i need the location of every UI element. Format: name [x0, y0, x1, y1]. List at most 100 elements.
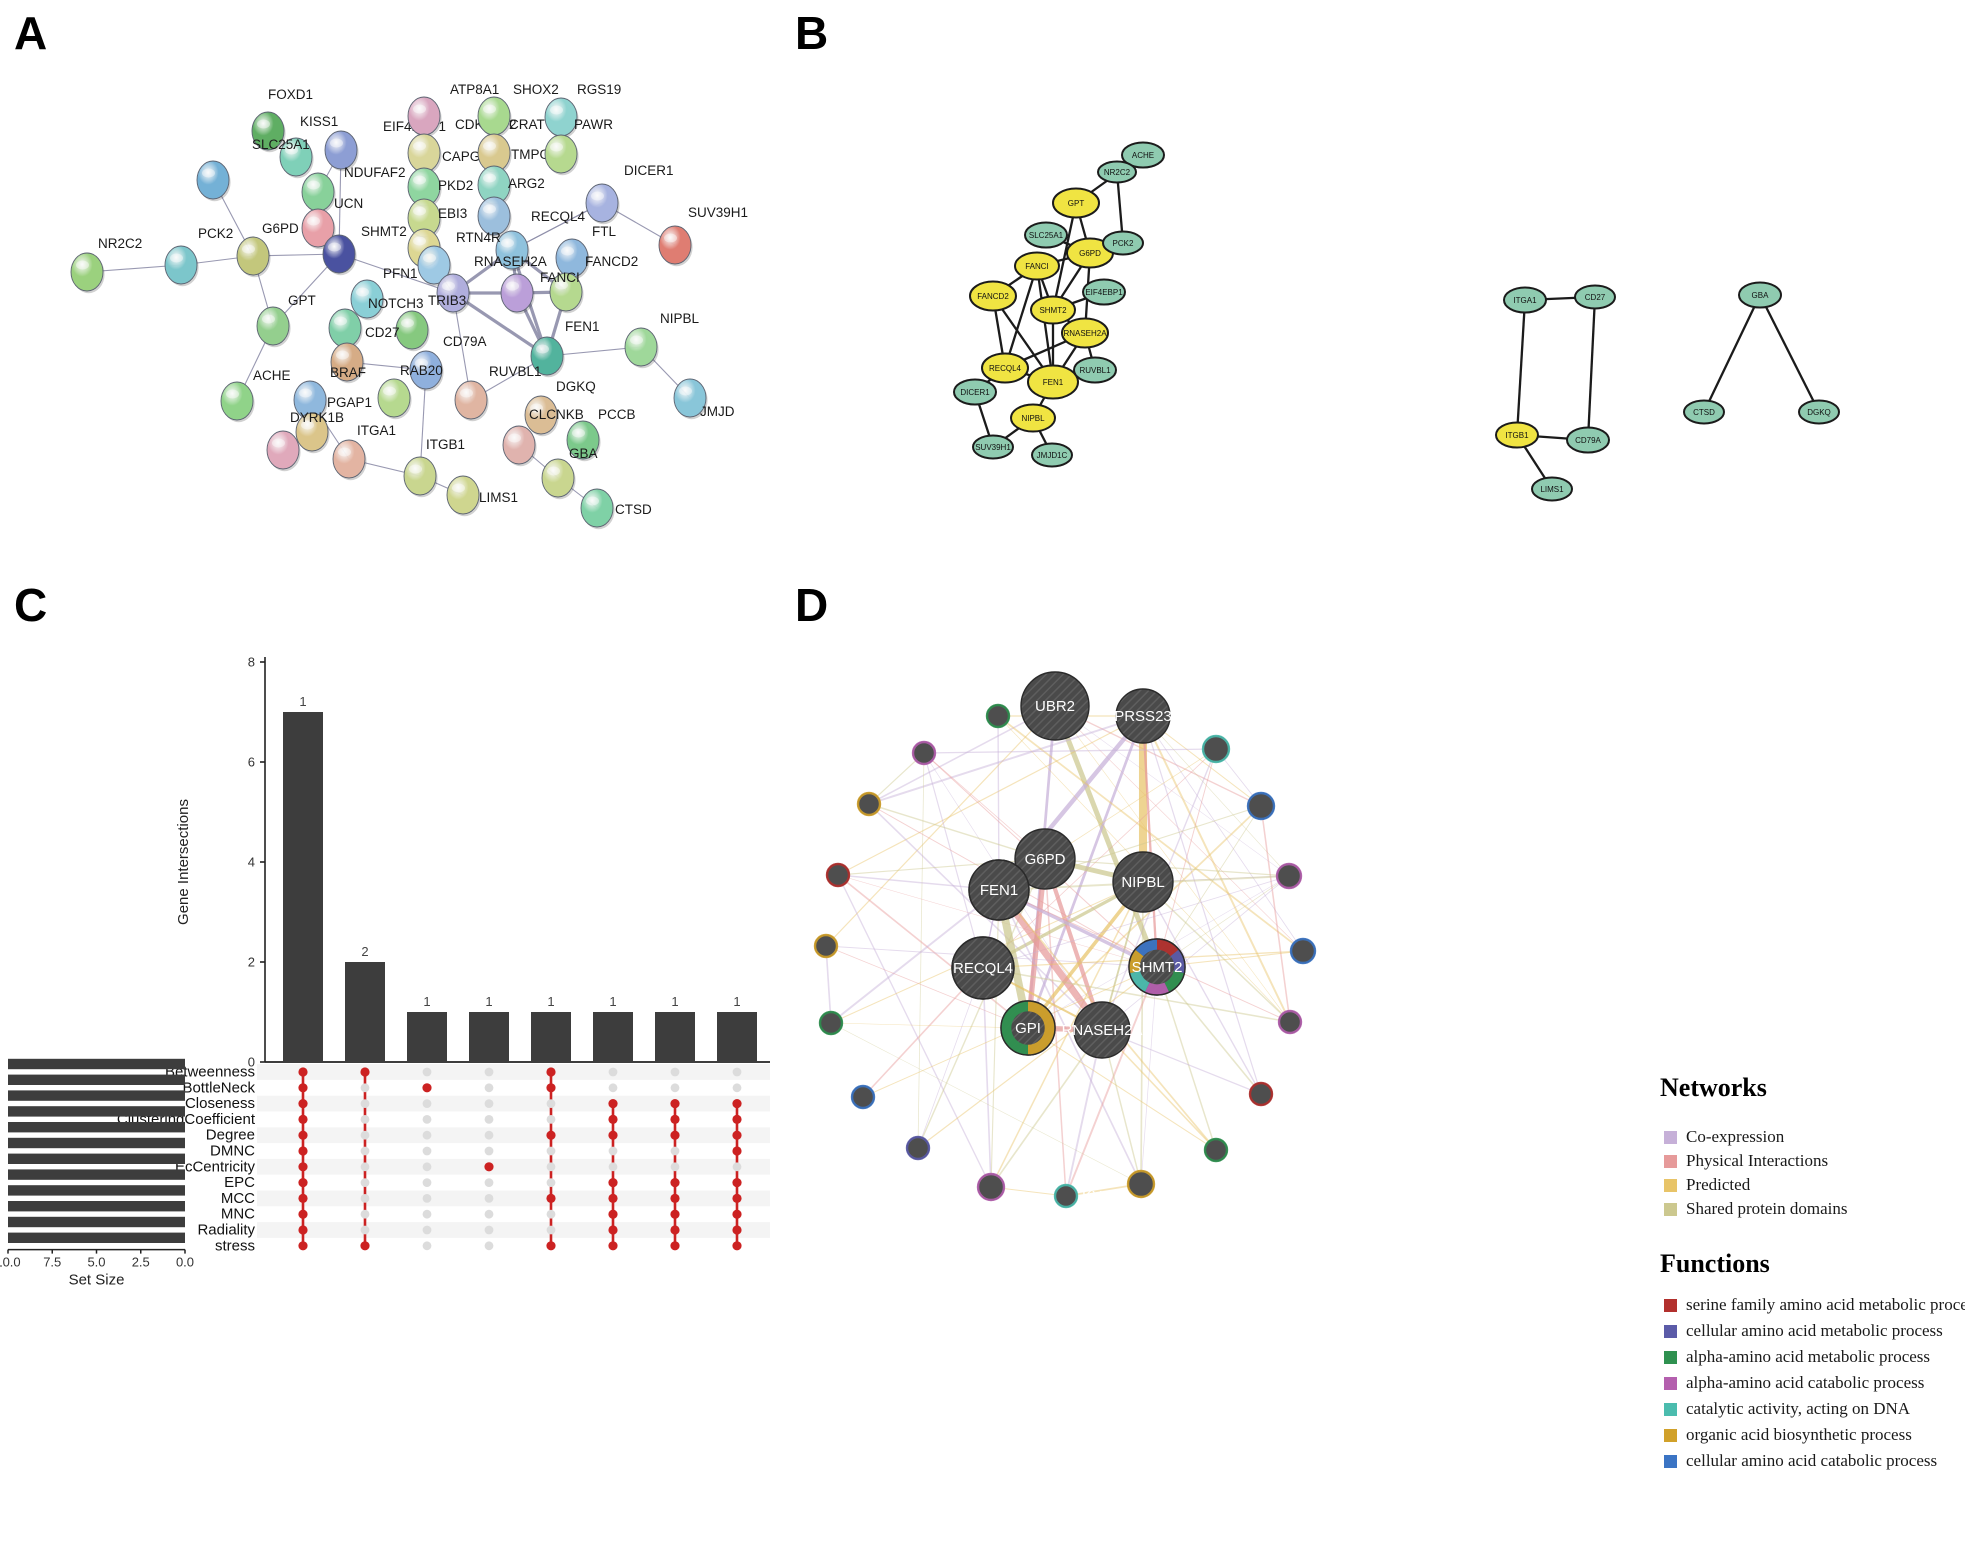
genemania-node[interactable]: INTS4	[767, 933, 839, 959]
matrix-dot-inactive[interactable]	[360, 1225, 370, 1235]
set-size-bar[interactable]	[8, 1201, 185, 1212]
genemania-node[interactable]: MTHFD1	[921, 703, 1011, 729]
genemania-node[interactable]: RNF20	[805, 791, 882, 817]
matrix-dot-active[interactable]	[732, 1114, 742, 1124]
matrix-dot-inactive[interactable]	[670, 1067, 680, 1077]
matrix-dot-inactive[interactable]	[360, 1178, 370, 1187]
set-size-bar[interactable]	[8, 1122, 185, 1133]
mcode-node[interactable]: CD27	[1574, 284, 1616, 310]
matrix-dot-inactive[interactable]	[422, 1099, 432, 1108]
matrix-dot-inactive[interactable]	[422, 1241, 432, 1251]
matrix-dot-active[interactable]	[732, 1178, 742, 1188]
genemania-node[interactable]: BLM	[1246, 791, 1310, 821]
matrix-dot-inactive[interactable]	[670, 1162, 680, 1172]
intersection-bar[interactable]	[531, 1012, 571, 1062]
genemania-node[interactable]: MAU2	[1203, 1137, 1274, 1163]
matrix-dot-inactive[interactable]	[422, 1209, 432, 1219]
matrix-dot-active[interactable]	[298, 1209, 308, 1219]
genemania-node[interactable]: UBR2	[1020, 671, 1090, 741]
matrix-dot-inactive[interactable]	[608, 1146, 618, 1156]
matrix-dot-active[interactable]	[298, 1146, 308, 1156]
matrix-dot-active[interactable]	[546, 1241, 556, 1251]
matrix-dot-active[interactable]	[670, 1099, 680, 1109]
intersection-bar[interactable]	[469, 1012, 509, 1062]
genemania-node[interactable]: POLB	[1275, 862, 1346, 890]
matrix-dot-inactive[interactable]	[546, 1162, 556, 1172]
mcode-node[interactable]: SLC25A1	[1024, 221, 1068, 249]
intersection-bar[interactable]	[655, 1012, 695, 1062]
matrix-dot-active[interactable]	[546, 1130, 556, 1140]
mcode-node[interactable]: NIPBL	[1010, 403, 1056, 433]
genemania-node[interactable]: UBR1	[1248, 1081, 1317, 1107]
set-size-bar[interactable]	[8, 1216, 185, 1228]
matrix-dot-active[interactable]	[608, 1225, 618, 1235]
genemania-node[interactable]: NIPBL	[1112, 851, 1174, 913]
set-size-bar[interactable]	[8, 1232, 185, 1243]
matrix-dot-inactive[interactable]	[608, 1083, 618, 1093]
matrix-dot-active[interactable]	[360, 1241, 370, 1251]
matrix-dot-active[interactable]	[732, 1146, 742, 1156]
matrix-dot-inactive[interactable]	[608, 1162, 618, 1172]
matrix-dot-active[interactable]	[298, 1162, 308, 1172]
matrix-dot-active[interactable]	[298, 1193, 308, 1203]
matrix-dot-inactive[interactable]	[422, 1130, 432, 1140]
genemania-node[interactable]: SHMT2	[1128, 938, 1186, 996]
matrix-dot-active[interactable]	[670, 1209, 680, 1219]
matrix-dot-inactive[interactable]	[484, 1241, 494, 1251]
matrix-dot-inactive[interactable]	[670, 1083, 680, 1093]
set-size-bar[interactable]	[8, 1137, 185, 1149]
matrix-dot-inactive[interactable]	[546, 1146, 556, 1156]
intersection-bar[interactable]	[283, 712, 323, 1062]
matrix-dot-inactive[interactable]	[484, 1194, 494, 1203]
matrix-dot-inactive[interactable]	[422, 1194, 432, 1203]
mcode-node[interactable]: FANCI	[1014, 251, 1060, 281]
matrix-dot-inactive[interactable]	[360, 1146, 370, 1156]
genemania-node[interactable]: GPI	[1000, 1000, 1056, 1056]
matrix-dot-active[interactable]	[732, 1099, 742, 1109]
mcode-node[interactable]: CTSD	[1683, 399, 1725, 425]
matrix-dot-active[interactable]	[732, 1241, 742, 1251]
matrix-dot-inactive[interactable]	[732, 1067, 742, 1077]
matrix-dot-inactive[interactable]	[484, 1099, 494, 1108]
set-size-bar[interactable]	[8, 1090, 185, 1101]
matrix-dot-inactive[interactable]	[484, 1130, 494, 1140]
matrix-dot-inactive[interactable]	[670, 1146, 680, 1156]
matrix-dot-inactive[interactable]	[360, 1130, 370, 1140]
matrix-dot-active[interactable]	[298, 1225, 308, 1235]
matrix-dot-active[interactable]	[298, 1114, 308, 1124]
mcode-node[interactable]: DGKQ	[1798, 399, 1840, 425]
mcode-node[interactable]: RUVBL1	[1073, 356, 1117, 384]
genemania-node[interactable]: ACOXL	[764, 1010, 844, 1036]
mcode-node[interactable]: ITGA1	[1503, 286, 1547, 314]
matrix-dot-active[interactable]	[608, 1130, 618, 1140]
intersection-bar[interactable]	[407, 1012, 447, 1062]
matrix-dot-inactive[interactable]	[546, 1115, 556, 1124]
matrix-dot-inactive[interactable]	[360, 1115, 370, 1124]
mcode-node[interactable]: GPT	[1052, 187, 1100, 219]
mcode-node[interactable]: NR2C2	[1097, 160, 1137, 184]
matrix-dot-active[interactable]	[298, 1083, 308, 1093]
genemania-node[interactable]: GNPNAT1	[777, 1084, 876, 1110]
genemania-node[interactable]: NEIL1	[1201, 734, 1276, 764]
matrix-dot-active[interactable]	[298, 1099, 308, 1109]
mcode-node[interactable]: DICER1	[953, 378, 997, 406]
matrix-dot-inactive[interactable]	[546, 1178, 556, 1187]
genemania-node[interactable]: FEN1	[968, 859, 1030, 921]
matrix-dot-inactive[interactable]	[732, 1162, 742, 1172]
mcode-node[interactable]: SUV39H1	[972, 434, 1014, 460]
matrix-dot-active[interactable]	[546, 1193, 556, 1203]
matrix-dot-active[interactable]	[298, 1130, 308, 1140]
matrix-dot-inactive[interactable]	[360, 1162, 370, 1172]
matrix-dot-active[interactable]	[608, 1099, 618, 1109]
matrix-dot-inactive[interactable]	[360, 1194, 370, 1203]
matrix-dot-inactive[interactable]	[484, 1146, 494, 1156]
matrix-dot-active[interactable]	[484, 1162, 494, 1172]
matrix-dot-inactive[interactable]	[422, 1178, 432, 1187]
matrix-dot-inactive[interactable]	[484, 1178, 494, 1187]
matrix-dot-active[interactable]	[298, 1067, 308, 1077]
matrix-dot-active[interactable]	[670, 1241, 680, 1251]
set-size-bar[interactable]	[8, 1074, 185, 1085]
matrix-dot-inactive[interactable]	[546, 1209, 556, 1219]
matrix-dot-active[interactable]	[670, 1114, 680, 1124]
matrix-dot-inactive[interactable]	[422, 1162, 432, 1172]
